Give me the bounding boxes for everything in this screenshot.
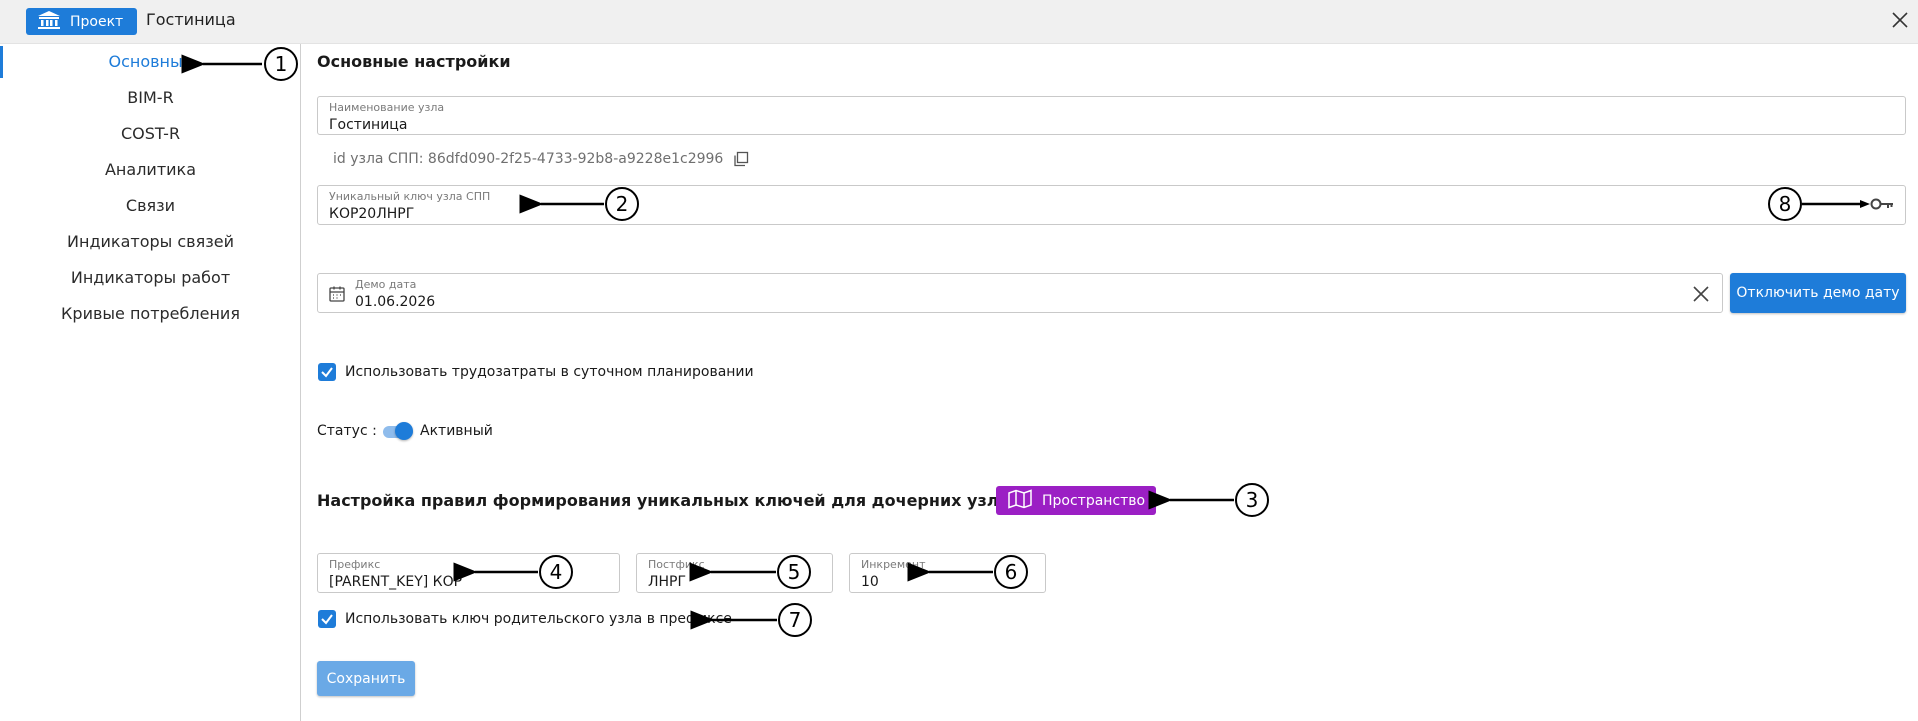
unique-key-value: КОР20ЛНРГ [329, 206, 415, 222]
prefix-field[interactable]: Префикс [PARENT_KEY] КОР [317, 553, 620, 593]
status-label: Статус : [317, 423, 377, 439]
page-title: Основные настройки [317, 52, 511, 71]
space-button-label: Пространство [1042, 492, 1146, 509]
project-button[interactable]: Проект [26, 8, 137, 35]
sidebar-item-consumption-curves[interactable]: Кривые потребления [0, 304, 301, 323]
top-bar: Проект Гостиница [0, 0, 1918, 44]
sidebar-item-analytics[interactable]: Аналитика [0, 160, 301, 179]
annotation-marker-5: 5 [777, 555, 811, 589]
status-value: Активный [420, 423, 493, 439]
node-name-label: Наименование узла [329, 101, 445, 114]
rules-title: Настройка правил формирования уникальных… [317, 491, 1064, 510]
space-button[interactable]: Пространство [996, 486, 1156, 515]
sidebar-item-bim-r[interactable]: BIM-R [0, 88, 301, 107]
sidebar-item-link-indicators[interactable]: Индикаторы связей [0, 232, 301, 251]
sidebar: Основные BIM-R COST-R Аналитика Связи Ин… [0, 44, 301, 721]
key-icon[interactable] [1870, 197, 1894, 211]
sidebar-item-links[interactable]: Связи [0, 196, 301, 215]
project-button-label: Проект [70, 13, 124, 30]
copy-icon[interactable] [733, 151, 749, 167]
annotation-marker-6: 6 [994, 555, 1028, 589]
annotation-marker-3: 3 [1235, 483, 1269, 517]
project-name: Гостиница [146, 10, 236, 29]
demo-date-value: 01.06.2026 [355, 294, 436, 310]
close-icon[interactable] [1890, 10, 1910, 30]
postfix-value: ЛНРГ [648, 574, 687, 590]
use-parent-key-checkbox[interactable] [318, 610, 336, 628]
prefix-label: Префикс [329, 558, 381, 571]
disable-demo-date-button[interactable]: Отключить демо дату [1730, 273, 1906, 313]
node-name-value: Гостиница [329, 117, 408, 133]
annotation-marker-7: 7 [778, 603, 812, 637]
demo-date-field[interactable]: Демо дата 01.06.2026 [317, 273, 1723, 313]
annotation-marker-1: 1 [264, 47, 298, 81]
save-button[interactable]: Сохранить [317, 661, 415, 696]
annotation-marker-4: 4 [539, 555, 573, 589]
sidebar-item-cost-r[interactable]: COST-R [0, 124, 301, 143]
demo-date-label: Демо дата [355, 278, 417, 291]
calendar-icon [328, 285, 346, 303]
unique-key-field[interactable]: Уникальный ключ узла СПП КОР20ЛНРГ [317, 185, 1906, 225]
bank-icon [36, 10, 62, 34]
use-labor-checkbox[interactable] [318, 363, 336, 381]
spp-id-text: id узла СПП: 86dfd090-2f25-4733-92b8-a92… [333, 151, 724, 167]
annotation-marker-8: 8 [1768, 187, 1802, 221]
increment-label: Инкремент [861, 558, 926, 571]
status-toggle-knob[interactable] [395, 422, 413, 440]
unique-key-label: Уникальный ключ узла СПП [329, 190, 491, 203]
use-parent-key-label: Использовать ключ родительского узла в п… [345, 611, 732, 627]
use-labor-label: Использовать трудозатраты в суточном пла… [345, 364, 754, 380]
increment-value: 10 [861, 574, 879, 590]
postfix-label: Постфикс [648, 558, 705, 571]
clear-date-icon[interactable] [1692, 285, 1710, 303]
prefix-value: [PARENT_KEY] КОР [329, 574, 463, 590]
sidebar-item-work-indicators[interactable]: Индикаторы работ [0, 268, 301, 287]
annotation-marker-2: 2 [605, 187, 639, 221]
node-name-field[interactable]: Наименование узла Гостиница [317, 96, 1906, 135]
map-icon [1008, 488, 1032, 513]
sidebar-item-main[interactable]: Основные [0, 52, 301, 71]
